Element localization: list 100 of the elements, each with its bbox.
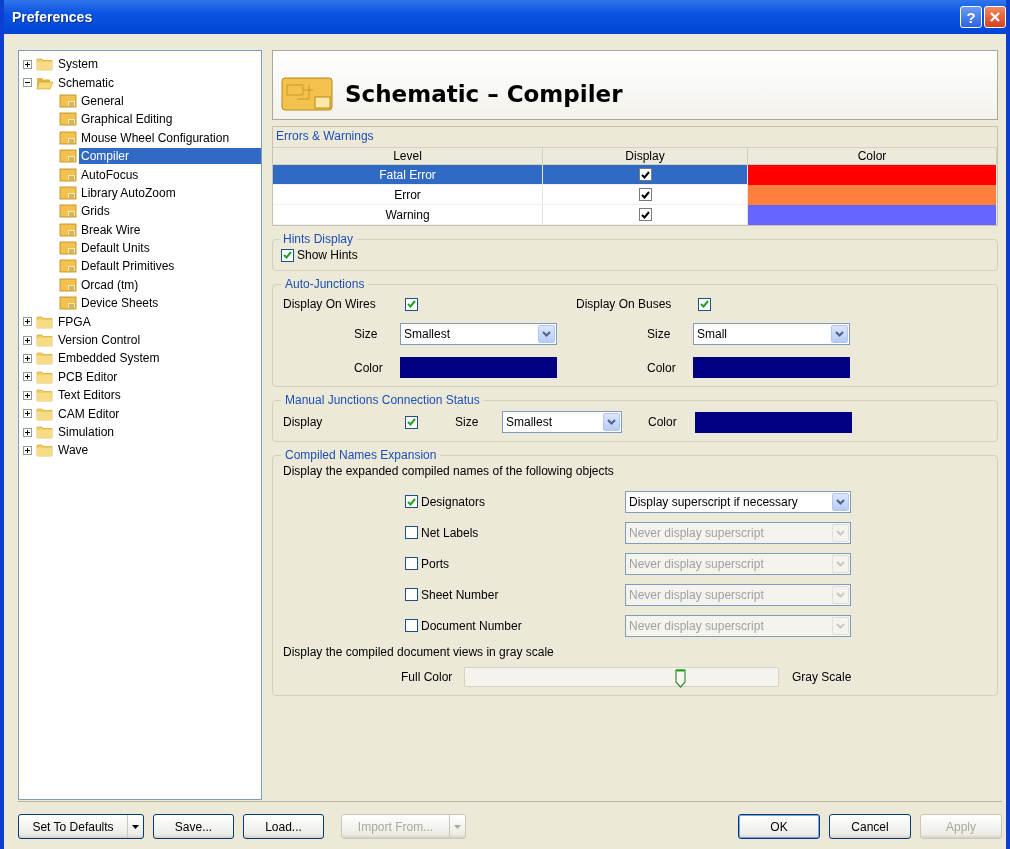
checkbox-label: Document Number <box>421 618 522 633</box>
folder-icon <box>36 314 54 329</box>
group-title: Hints Display <box>282 232 355 246</box>
expand-icon[interactable] <box>23 59 32 69</box>
chevron-down-icon <box>836 560 845 567</box>
slider-track[interactable] <box>464 667 779 687</box>
page-icon <box>59 130 77 145</box>
tree-item[interactable]: Break Wire <box>79 221 143 238</box>
checkbox-label: Net Labels <box>421 525 479 540</box>
expand-icon[interactable] <box>23 390 32 400</box>
table-cell: Warning <box>273 205 543 225</box>
tree-item[interactable]: Compiler <box>79 148 261 165</box>
column-header[interactable]: Display <box>543 147 748 165</box>
color-swatch[interactable] <box>748 164 996 185</box>
expand-icon[interactable] <box>23 353 32 363</box>
check-icon <box>640 190 650 199</box>
page-icon <box>59 204 77 219</box>
tree-item[interactable]: Default Primitives <box>79 258 177 275</box>
checkbox[interactable] <box>405 415 418 429</box>
dialog-button[interactable]: Save... <box>153 814 234 839</box>
tree-item[interactable]: Grids <box>79 203 112 220</box>
tree-item[interactable]: Default Units <box>79 240 152 257</box>
tree-item[interactable]: General <box>79 92 126 109</box>
field-label: Display On Wires <box>283 297 377 311</box>
tree-item[interactable]: Mouse Wheel Configuration <box>79 129 232 146</box>
tree-item[interactable]: Simulation <box>56 424 117 440</box>
folder-icon <box>36 57 54 72</box>
expand-icon[interactable] <box>23 372 32 382</box>
check-icon <box>700 300 709 308</box>
tree-item[interactable]: System <box>56 56 100 73</box>
expand-icon[interactable] <box>23 427 32 437</box>
color-swatch[interactable] <box>748 204 996 225</box>
checkbox-label: Ports <box>421 556 449 571</box>
checkbox[interactable] <box>405 495 418 508</box>
description-text: Display the expanded compiled names of the following objects <box>283 464 615 478</box>
chevron-down-icon <box>835 331 844 337</box>
color-swatch[interactable] <box>695 411 852 433</box>
tree-item[interactable]: PCB Editor <box>56 368 120 385</box>
tree-item[interactable]: Wave <box>56 442 91 459</box>
field-label: Color <box>648 415 678 429</box>
page-title: Schematic – Compiler <box>345 81 623 107</box>
expand-icon[interactable] <box>23 335 32 345</box>
table-cell: Error <box>273 185 543 205</box>
expand-icon[interactable] <box>23 317 32 327</box>
folder-icon <box>36 369 54 384</box>
tree-item[interactable]: Version Control <box>56 332 143 349</box>
dialog-button[interactable]: Cancel <box>829 814 911 839</box>
color-swatch[interactable] <box>748 184 996 205</box>
chevron-down-icon <box>836 498 845 505</box>
folder-icon <box>36 333 54 348</box>
dropdown[interactable]: Smallest <box>400 323 557 345</box>
close-button[interactable] <box>984 6 1006 28</box>
checkbox[interactable] <box>281 248 294 262</box>
group-title: Manual Junctions Connection Status <box>284 393 481 407</box>
description-text: Display the compiled document views in gray scale <box>283 645 555 659</box>
close-icon <box>989 11 1001 23</box>
checkbox[interactable] <box>405 297 418 311</box>
folder-icon <box>36 443 54 458</box>
dialog-button[interactable]: Load... <box>243 814 324 839</box>
tree-item[interactable]: Orcad (tm) <box>79 276 141 293</box>
dialog-button[interactable]: Set To Defaults <box>18 814 144 839</box>
slider-thumb[interactable] <box>674 668 686 688</box>
dropdown[interactable]: Display superscript if necessary <box>625 490 851 513</box>
field-label: Size <box>647 327 672 341</box>
tree-item[interactable]: Device Sheets <box>79 295 161 312</box>
checkbox[interactable] <box>638 168 652 181</box>
check-icon <box>283 251 292 259</box>
checkbox-label: Sheet Number <box>421 587 499 602</box>
column-header[interactable]: Level <box>273 147 543 165</box>
dropdown[interactable]: Small <box>693 323 850 345</box>
tree-item[interactable]: FPGA <box>56 313 93 330</box>
tree-item[interactable]: Schematic <box>56 74 117 91</box>
page-icon <box>59 112 77 127</box>
chevron-down-icon <box>836 591 845 598</box>
tree-item[interactable]: Text Editors <box>56 387 123 404</box>
checkbox[interactable] <box>638 188 652 201</box>
field-label: Size <box>354 327 379 341</box>
dialog-button[interactable]: OK <box>738 814 820 839</box>
tree-item[interactable]: CAM Editor <box>56 405 122 422</box>
expand-icon[interactable] <box>23 409 32 419</box>
dropdown[interactable]: Smallest <box>502 411 622 433</box>
expand-icon[interactable] <box>23 445 32 455</box>
checkbox[interactable] <box>698 297 711 311</box>
collapse-icon[interactable] <box>23 78 32 88</box>
color-swatch[interactable] <box>693 357 850 378</box>
field-label: Color <box>354 360 384 375</box>
tree-item[interactable]: Library AutoZoom <box>79 184 178 201</box>
group-title: Auto-Junctions <box>284 277 366 291</box>
tree-item[interactable]: Embedded System <box>56 350 162 367</box>
tree-item[interactable]: Graphical Editing <box>79 111 175 128</box>
help-button[interactable]: ? <box>960 6 982 28</box>
field-label: Display On Buses <box>576 297 673 311</box>
slider-label: Gray Scale <box>792 670 852 684</box>
group-title: Compiled Names Expansion <box>284 448 438 462</box>
color-swatch[interactable] <box>400 357 557 378</box>
caret-icon <box>132 824 139 829</box>
checkbox[interactable] <box>638 208 652 221</box>
folder-icon <box>36 351 54 366</box>
tree-item[interactable]: AutoFocus <box>79 166 141 183</box>
column-header[interactable]: Color <box>748 147 997 165</box>
